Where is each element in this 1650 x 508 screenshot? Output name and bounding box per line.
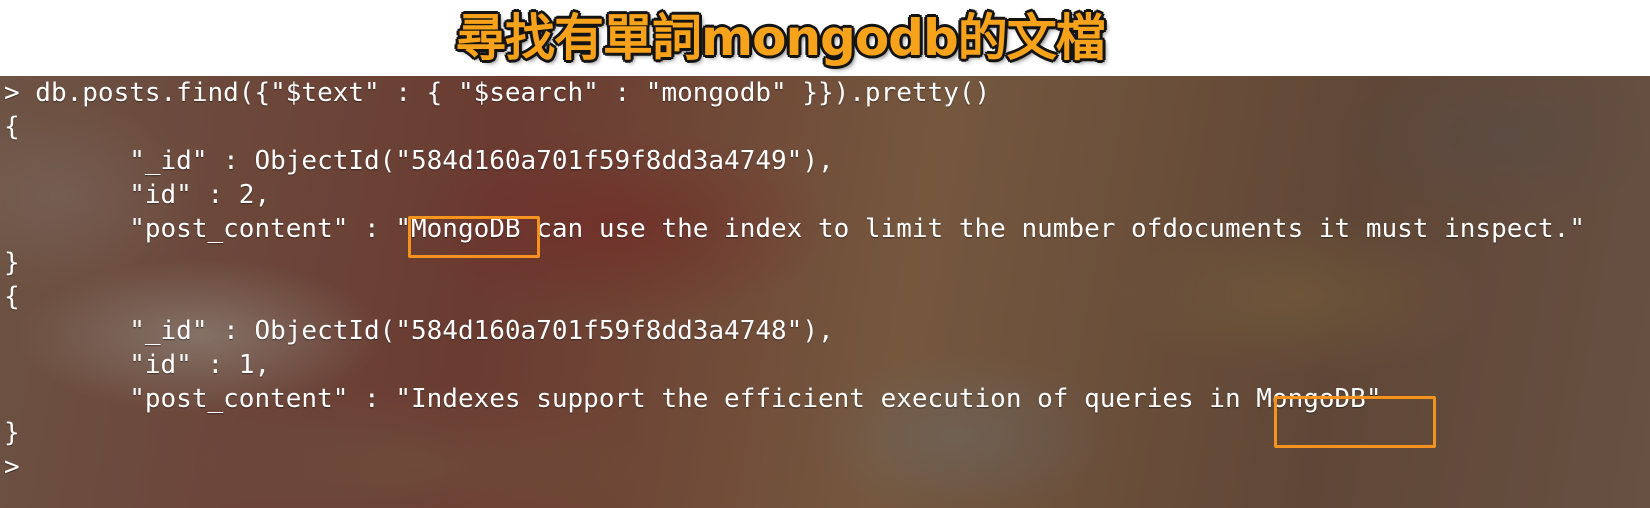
terminal-command-line[interactable]: > db.posts.find({"$text" : { "$search" :… [4, 76, 990, 110]
terminal-line: "id" : 2, [4, 180, 271, 210]
terminal-line: } [4, 248, 20, 278]
terminal-line: "_id" : ObjectId("584d160a701f59f8dd3a47… [4, 146, 834, 176]
terminal-line: "post_content" : "Indexes support the ef… [4, 384, 1382, 414]
highlight-box-mongodb-1 [408, 216, 540, 258]
terminal-line: "id" : 1, [4, 350, 271, 380]
terminal-line: "post_content" : "MongoDB can use the in… [4, 214, 1585, 244]
banner-title: 尋找有單詞mongodb的文檔 [456, 9, 1106, 67]
title-banner: 尋找有單詞mongodb的文檔 [0, 0, 1650, 76]
terminal-line: } [4, 418, 20, 448]
terminal-window[interactable]: > db.posts.find({"$text" : { "$search" :… [0, 76, 1650, 508]
screenshot: 尋找有單詞mongodb的文檔 > db.posts.find({"$text"… [0, 0, 1650, 508]
highlight-box-mongodb-2 [1274, 396, 1436, 448]
terminal-line: { [4, 112, 20, 142]
terminal-prompt[interactable]: > [4, 450, 20, 484]
terminal-output: > db.posts.find({"$text" : { "$search" :… [4, 76, 1585, 496]
terminal-line: "_id" : ObjectId("584d160a701f59f8dd3a47… [4, 316, 834, 346]
terminal-line: { [4, 282, 20, 312]
